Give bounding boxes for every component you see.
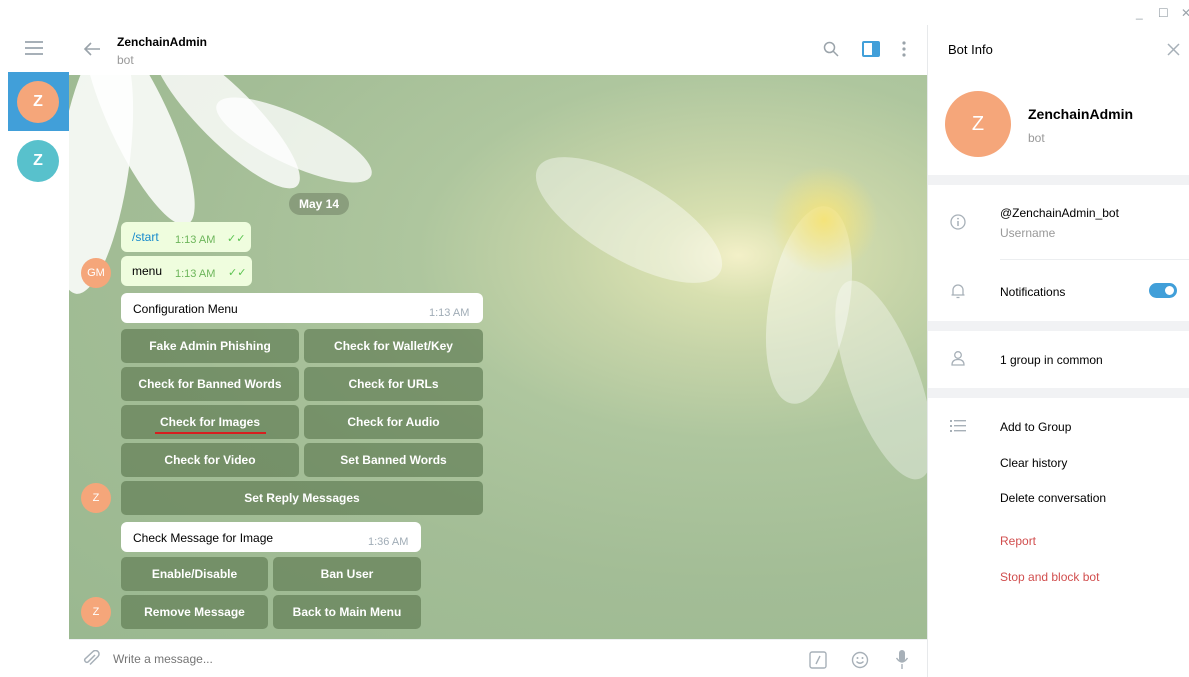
- section-separator: [928, 321, 1189, 331]
- message-time: 1:13 AM: [175, 234, 216, 246]
- keyboard-button-set-banned-words[interactable]: Set Banned Words: [304, 443, 483, 477]
- dialogs-sidebar: Z Z: [0, 25, 69, 677]
- chat-header: ZenchainAdmin bot: [69, 25, 927, 75]
- message-time: 1:13 AM: [175, 268, 216, 280]
- message-composer: [69, 639, 927, 677]
- keyboard-button-fake-admin-phishing[interactable]: Fake Admin Phishing: [121, 329, 299, 363]
- keyboard-button-back-to-main-menu[interactable]: Back to Main Menu: [273, 595, 421, 629]
- action-clear-history[interactable]: Clear history: [1000, 456, 1067, 470]
- double-check-icon: ✓✓: [228, 267, 247, 279]
- bell-icon: [951, 284, 965, 299]
- info-icon: [950, 214, 966, 230]
- message-text[interactable]: /start: [132, 230, 159, 244]
- maximize-button[interactable]: ☐: [1158, 6, 1169, 20]
- section-separator: [928, 175, 1189, 185]
- wallpaper-flower-center: [769, 165, 879, 275]
- groups-in-common[interactable]: 1 group in common: [1000, 353, 1103, 367]
- message-bubble[interactable]: menu 1:13 AM ✓✓: [121, 256, 252, 286]
- red-underline-annotation: [155, 432, 266, 434]
- bot-commands-icon[interactable]: [809, 651, 827, 669]
- sender-avatar[interactable]: GM: [81, 258, 111, 288]
- wallpaper-petal: [518, 132, 740, 308]
- notifications-label: Notifications: [1000, 285, 1066, 299]
- message-text: Configuration Menu: [133, 302, 238, 316]
- section-separator: [928, 388, 1189, 398]
- chat-title[interactable]: ZenchainAdmin: [117, 35, 207, 49]
- window-titlebar: _ ☐ ✕: [0, 0, 1189, 25]
- back-arrow-icon[interactable]: [83, 41, 101, 57]
- double-check-icon: ✓✓: [227, 233, 246, 245]
- keyboard-button-check-video[interactable]: Check for Video: [121, 443, 299, 477]
- bot-status: bot: [1028, 131, 1045, 145]
- toggle-knob: [1163, 284, 1176, 297]
- hamburger-menu-icon[interactable]: [25, 41, 45, 55]
- keyboard-button-check-urls[interactable]: Check for URLs: [304, 367, 483, 401]
- emoji-icon[interactable]: [851, 651, 869, 669]
- keyboard-button-check-audio[interactable]: Check for Audio: [304, 405, 483, 439]
- close-panel-icon[interactable]: [1167, 43, 1180, 56]
- username-value[interactable]: @ZenchainAdmin_bot: [1000, 206, 1119, 220]
- bot-message-bubble[interactable]: Configuration Menu 1:13 AM: [121, 293, 483, 323]
- keyboard-button-check-wallet-key[interactable]: Check for Wallet/Key: [304, 329, 483, 363]
- chat-subtitle: bot: [117, 53, 134, 67]
- action-report[interactable]: Report: [1000, 534, 1036, 548]
- action-delete-conversation[interactable]: Delete conversation: [1000, 491, 1106, 505]
- message-input[interactable]: [113, 649, 713, 669]
- dialog-item-zenchainadmin[interactable]: Z: [8, 72, 69, 131]
- attach-paperclip-icon[interactable]: [82, 650, 100, 668]
- more-options-icon[interactable]: [901, 40, 907, 58]
- bot-info-panel: Bot Info Z ZenchainAdmin bot @ZenchainAd…: [928, 25, 1189, 677]
- chat-messages-area[interactable]: May 14 /start 1:13 AM ✓✓ GM menu 1:13 AM…: [69, 75, 927, 639]
- action-stop-and-block-bot[interactable]: Stop and block bot: [1000, 570, 1099, 584]
- search-icon[interactable]: [823, 41, 839, 57]
- keyboard-button-enable-disable[interactable]: Enable/Disable: [121, 557, 268, 591]
- action-add-to-group[interactable]: Add to Group: [1000, 420, 1071, 434]
- dialog-avatar: Z: [17, 140, 59, 182]
- bot-message-bubble[interactable]: Check Message for Image 1:36 AM: [121, 522, 421, 552]
- message-time: 1:13 AM: [429, 307, 470, 319]
- keyboard-button-remove-message[interactable]: Remove Message: [121, 595, 268, 629]
- bot-avatar[interactable]: Z: [81, 597, 111, 627]
- notifications-toggle[interactable]: [1149, 283, 1177, 298]
- microphone-icon[interactable]: [895, 649, 909, 671]
- message-time: 1:36 AM: [368, 536, 409, 548]
- keyboard-button-ban-user[interactable]: Ban User: [273, 557, 421, 591]
- bot-name: ZenchainAdmin: [1028, 106, 1134, 122]
- bot-avatar-large[interactable]: Z: [945, 91, 1011, 157]
- row-divider: [1000, 259, 1189, 260]
- username-label: Username: [1000, 226, 1056, 240]
- close-window-button[interactable]: ✕: [1181, 6, 1189, 20]
- panel-title: Bot Info: [948, 42, 993, 57]
- date-pill: May 14: [289, 193, 350, 215]
- message-text: menu: [132, 264, 163, 278]
- keyboard-button-check-banned-words[interactable]: Check for Banned Words: [121, 367, 299, 401]
- user-icon: [951, 351, 965, 366]
- dialog-avatar: Z: [17, 81, 59, 123]
- dialog-item-z[interactable]: Z: [8, 131, 69, 190]
- minimize-button[interactable]: _: [1136, 6, 1143, 20]
- sidebar-toggle-icon[interactable]: [862, 41, 880, 57]
- keyboard-button-set-reply-messages[interactable]: Set Reply Messages: [121, 481, 483, 515]
- message-text: Check Message for Image: [133, 531, 274, 545]
- bot-avatar[interactable]: Z: [81, 483, 111, 513]
- message-bubble[interactable]: /start 1:13 AM ✓✓: [121, 222, 251, 252]
- list-icon: [950, 420, 966, 432]
